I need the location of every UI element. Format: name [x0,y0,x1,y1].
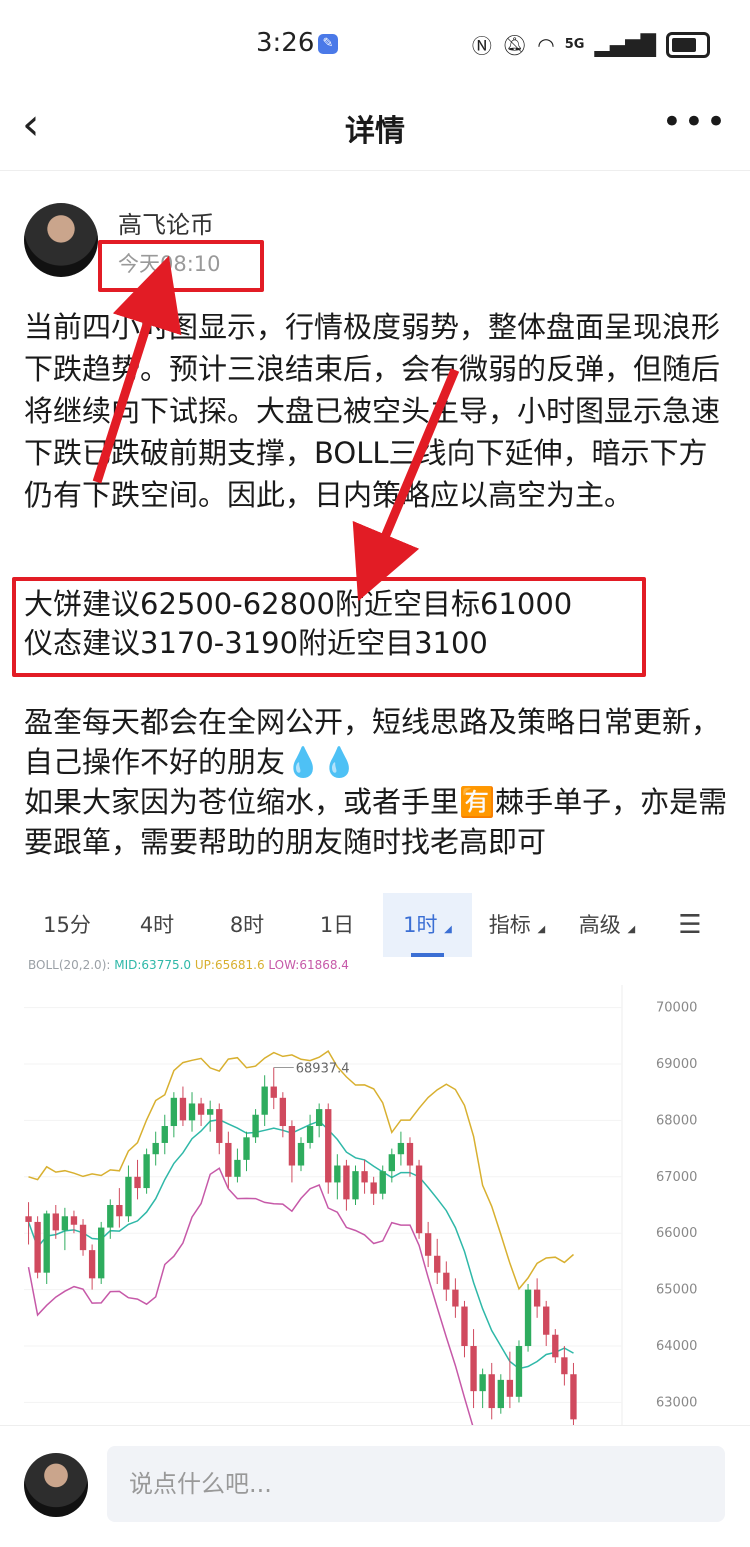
candle-body [361,1171,368,1183]
boll-legend: BOLL(20,2.0): MID:63775.0 UP:65681.6 LOW… [28,958,349,972]
candle-body [152,1142,159,1155]
candle-body [470,1346,477,1392]
candle-body [25,1216,32,1222]
y-tick-label: 64000 [656,1339,697,1354]
candle-body [52,1213,59,1231]
boll-low: LOW:61868.4 [268,958,349,972]
tab-advanced[interactable]: 高级 ◢ [562,893,652,957]
candle-body [443,1272,450,1290]
candle-body [461,1306,468,1347]
candle-body [270,1086,277,1098]
candle-body [397,1142,405,1155]
candle-body [488,1374,495,1409]
candlestick-chart[interactable]: 70000 69000 68000 67000 66000 65000 64000 63000… [0,985,750,1425]
post-body-2: 盈奎每天都会在全网公开，短线思路及策略日常更新，自己操作不好的朋友💧💧 如果大家… [24,702,730,862]
candle-body [70,1216,78,1225]
comment-input[interactable]: 说点什么吧... [107,1446,725,1522]
candle-body [352,1171,359,1200]
candle-body [297,1142,305,1166]
tab-advanced-label: 高级 [578,913,621,937]
candle-body [34,1221,41,1273]
candle-body [497,1379,504,1409]
candle-body [216,1109,223,1143]
user-avatar[interactable] [24,1453,88,1517]
candle-body [61,1216,69,1231]
candle-body [179,1097,187,1121]
candle-body [315,1109,323,1127]
y-tick-label: 65000 [656,1283,697,1298]
candle-body [288,1126,296,1166]
candle-body [225,1142,232,1177]
candle-body [188,1103,196,1121]
candle-body [452,1289,459,1307]
arrow-to-advice [352,368,460,602]
y-tick-label: 66000 [656,1226,697,1241]
candle-body [334,1165,341,1183]
candle-body [243,1137,250,1160]
arrow-to-time [92,255,182,484]
chart-tabs: 15分 4时 8时 1日 1时 ◢ 指标 ◢ 高级 ◢ ☰ [0,893,750,957]
candle-body [98,1227,105,1279]
candle-body [552,1334,559,1358]
y-tick-label: 70000 [656,1001,697,1016]
candle-body [234,1159,241,1177]
tab-1d[interactable]: 1日 [292,893,382,957]
candle-body [279,1097,287,1127]
tab-15m[interactable]: 15分 [22,893,112,957]
candle-body [561,1357,568,1375]
tab-8h[interactable]: 8时 [202,893,292,957]
candle-body [515,1346,523,1397]
candle-body [343,1165,350,1200]
boll-name: BOLL(20,2.0): [28,958,111,972]
candle-body [370,1182,377,1194]
y-tick-label: 67000 [656,1170,697,1185]
boll-up: UP:65681.6 [194,958,265,972]
chart-settings-icon[interactable]: ☰ [665,893,715,957]
candle-body [197,1103,205,1115]
candle-body [306,1126,314,1143]
candle-body [424,1233,432,1256]
candle-body [506,1379,514,1397]
tab-indicators-label: 指标 [488,913,531,937]
candle-body [88,1250,96,1279]
candle-body [325,1109,332,1183]
candle-body [570,1374,577,1420]
candle-body [533,1289,541,1307]
candle-body [116,1205,123,1217]
candle-body [543,1306,550,1335]
candle-body [415,1165,423,1234]
candle-body [207,1109,214,1115]
candle-body [143,1154,150,1189]
candle-body [252,1114,259,1138]
tab-1h[interactable]: 1时 ◢ [383,893,472,957]
comment-bar: 说点什么吧... [0,1425,750,1547]
post-body-2-line2: 如果大家因为苍位缩水，或者手里🈶棘手单子，亦是需要跟箪，需要帮助的朋友随时找老高… [24,785,728,859]
tab-1h-label: 1时 [403,913,438,937]
tab-4h[interactable]: 4时 [112,893,202,957]
candle-body [43,1213,50,1273]
candle-body [379,1171,386,1194]
y-tick-label: 69000 [656,1057,697,1072]
candle-body [107,1205,114,1228]
candle-body [524,1289,532,1347]
candle-body [261,1086,268,1115]
candle-body [388,1154,395,1172]
tab-indicators[interactable]: 指标 ◢ [472,893,562,957]
candle-body [79,1224,87,1251]
candle-body [170,1097,178,1127]
post-body-2-line1: 盈奎每天都会在全网公开，短线思路及策略日常更新，自己操作不好的朋友💧💧 [24,705,721,779]
candle-body [479,1374,486,1392]
high-price-label: 68937.4 [296,1062,350,1077]
candle-body [406,1142,414,1166]
y-tick-label: 68000 [656,1113,697,1128]
candle-body [161,1126,168,1143]
candle-body [434,1255,441,1273]
candle-body [134,1176,141,1189]
y-tick-label: 63000 [656,1395,697,1410]
candle-body [125,1176,132,1217]
boll-mid: MID:63775.0 [114,958,192,972]
